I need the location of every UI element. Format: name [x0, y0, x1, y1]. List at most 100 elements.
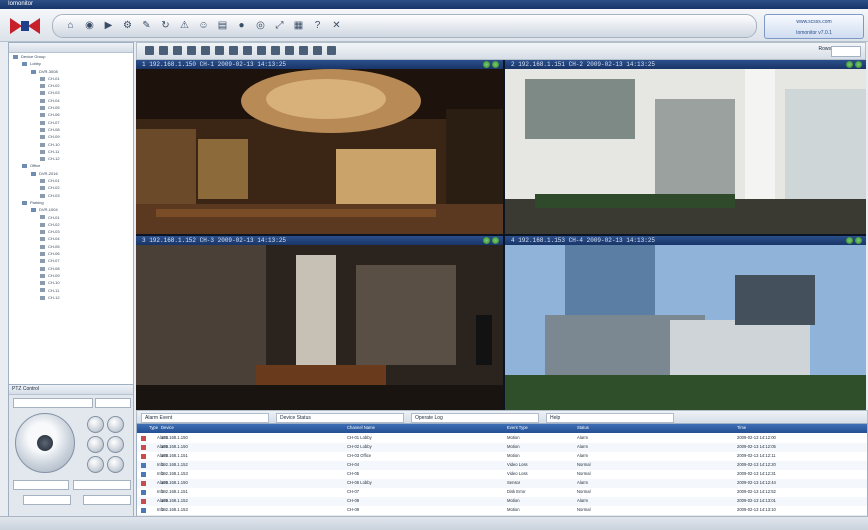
tree-item[interactable]: Parking	[9, 199, 133, 206]
tree-item[interactable]: CH-09	[9, 272, 133, 279]
fullscreen-icon[interactable]: ⤢	[272, 18, 287, 33]
main-toolbar: ⌂ ◉ ▶ ⚙ ✎ ↻ ⚠ ☺ ▤ ● ◎ ⤢ ▦? ✕ www.scsss.com Iomonitor …	[0, 9, 868, 42]
tree-item[interactable]: CH-03	[9, 228, 133, 235]
playback-icon[interactable]: ▶	[101, 18, 116, 33]
ptz-step-input[interactable]	[83, 495, 131, 505]
column-header[interactable]: Channel Name	[347, 424, 375, 432]
table-cell: 2009-02-13 14:12:44	[737, 480, 776, 485]
ptz-speed-input[interactable]	[23, 495, 71, 505]
record-icon[interactable]: ●	[234, 18, 249, 33]
tree-item[interactable]: CH-08	[9, 265, 133, 272]
split-9-icon[interactable]	[201, 46, 210, 55]
tree-item[interactable]: Office	[9, 162, 133, 169]
tree-item[interactable]: CH-06	[9, 250, 133, 257]
column-header[interactable]: Time	[737, 424, 746, 432]
split-16-icon[interactable]	[243, 46, 252, 55]
tree-item[interactable]: CH-02	[9, 221, 133, 228]
video-tile-3[interactable]: 3 192.168.1.152 CH-3 2009-02-13 14:13:25	[136, 236, 503, 410]
table-row[interactable]: Info 192.168.1.153 CH-09 Motion Normal 2009-0…	[137, 506, 867, 516]
settings-icon[interactable]: ⚙	[120, 18, 135, 33]
tree-item[interactable]: CH-05	[9, 243, 133, 250]
tree-item[interactable]: CH-10	[9, 279, 133, 286]
iris-open-button[interactable]	[87, 456, 104, 473]
split-36-icon[interactable]	[271, 46, 280, 55]
split-64-icon[interactable]	[285, 46, 294, 55]
split-1-icon[interactable]	[145, 46, 154, 55]
video-tile-2[interactable]: 2 192.168.1.151 CH-2 2009-02-13 14:13:25	[505, 60, 866, 234]
tree-item[interactable]: CH-02	[9, 82, 133, 89]
focus-far-button[interactable]	[107, 436, 124, 453]
folder-icon	[22, 164, 27, 169]
sequence-icon[interactable]: ↻	[158, 18, 173, 33]
column-header[interactable]: Status	[577, 424, 589, 432]
focus-near-button[interactable]	[87, 436, 104, 453]
zoom-in-button[interactable]	[87, 416, 104, 433]
tree-item[interactable]: DVR-1004	[9, 206, 133, 213]
video-tile-4[interactable]: 4 192.168.1.153 CH-4 2009-02-13 14:13:25	[505, 236, 866, 410]
ptz-cruise-select[interactable]	[73, 480, 131, 490]
log-icon[interactable]: ▤	[215, 18, 230, 33]
ptz-speed-field[interactable]	[95, 398, 131, 408]
tree-item[interactable]: CH-01	[9, 177, 133, 184]
tab-help[interactable]: Help	[546, 413, 674, 423]
tree-item[interactable]: CH-11	[9, 148, 133, 155]
info-icon	[141, 472, 146, 477]
split-13-icon[interactable]	[229, 46, 238, 55]
tab-alarm-event[interactable]: Alarm Event	[141, 413, 269, 423]
tree-item[interactable]: CH-01	[9, 75, 133, 82]
tree-item[interactable]: CH-04	[9, 235, 133, 242]
tree-item[interactable]: CH-02	[9, 184, 133, 191]
video-tile-1[interactable]: 1 192.168.1.150 CH-1 2009-02-13 14:13:25	[136, 60, 503, 234]
tree-item[interactable]: CH-07	[9, 119, 133, 126]
tree-item[interactable]: CH-08	[9, 126, 133, 133]
rows-select[interactable]	[831, 46, 861, 57]
exit-icon[interactable]: ✕	[329, 18, 344, 33]
live-icon[interactable]: ◉	[82, 18, 97, 33]
snapshot-icon[interactable]: ◎	[253, 18, 268, 33]
user-icon[interactable]: ☺	[196, 18, 211, 33]
ptz-preset-field[interactable]	[13, 398, 93, 408]
custom-2-icon[interactable]	[313, 46, 322, 55]
ptz-direction-dial[interactable]	[15, 413, 75, 473]
column-header[interactable]: Event Type	[507, 424, 528, 432]
zoom-out-button[interactable]	[107, 416, 124, 433]
save-icon[interactable]	[327, 46, 336, 55]
tree-item[interactable]: DVR-2016	[9, 170, 133, 177]
table-cell: CH-02 Lobby	[347, 444, 372, 449]
tree-item[interactable]: CH-11	[9, 287, 133, 294]
column-header[interactable]: Type	[149, 424, 158, 432]
iris-close-button[interactable]	[107, 456, 124, 473]
tree-item[interactable]: CH-03	[9, 192, 133, 199]
tree-item[interactable]: CH-09	[9, 133, 133, 140]
help-icon[interactable]: ?	[310, 18, 325, 33]
table-cell: CH-07	[347, 489, 360, 494]
tab-device-status[interactable]: Device Status	[276, 413, 404, 423]
ptz-preset-select[interactable]	[13, 480, 69, 490]
custom-1-icon[interactable]	[299, 46, 308, 55]
tree-item[interactable]: CH-01	[9, 214, 133, 221]
split-10-icon[interactable]	[215, 46, 224, 55]
tree-item[interactable]: CH-04	[9, 97, 133, 104]
config-icon[interactable]: ✎	[139, 18, 154, 33]
split-25-icon[interactable]	[257, 46, 266, 55]
tab-operate-log[interactable]: Operate Log	[411, 413, 539, 423]
tree-item[interactable]: CH-06	[9, 111, 133, 118]
split-8-icon[interactable]	[187, 46, 196, 55]
tree-item[interactable]: CH-12	[9, 294, 133, 301]
tree-item[interactable]: CH-03	[9, 89, 133, 96]
column-header[interactable]: Device	[161, 424, 174, 432]
tree-item[interactable]: CH-12	[9, 155, 133, 162]
rows-label: Rows	[818, 46, 831, 52]
tree-item[interactable]: Lobby	[9, 60, 133, 67]
home-icon[interactable]: ⌂	[63, 18, 78, 33]
tree-item[interactable]: Device Group	[9, 53, 133, 60]
tree-item[interactable]: DVR-3008	[9, 68, 133, 75]
alarm-icon[interactable]: ⚠	[177, 18, 192, 33]
split-4-icon[interactable]	[159, 46, 168, 55]
split-6-icon[interactable]	[173, 46, 182, 55]
tree-item[interactable]: CH-10	[9, 141, 133, 148]
layout-icon[interactable]: ▦	[291, 18, 306, 33]
tree-item[interactable]: CH-07	[9, 257, 133, 264]
ptz-center-button[interactable]	[37, 435, 53, 451]
tree-item[interactable]: CH-05	[9, 104, 133, 111]
